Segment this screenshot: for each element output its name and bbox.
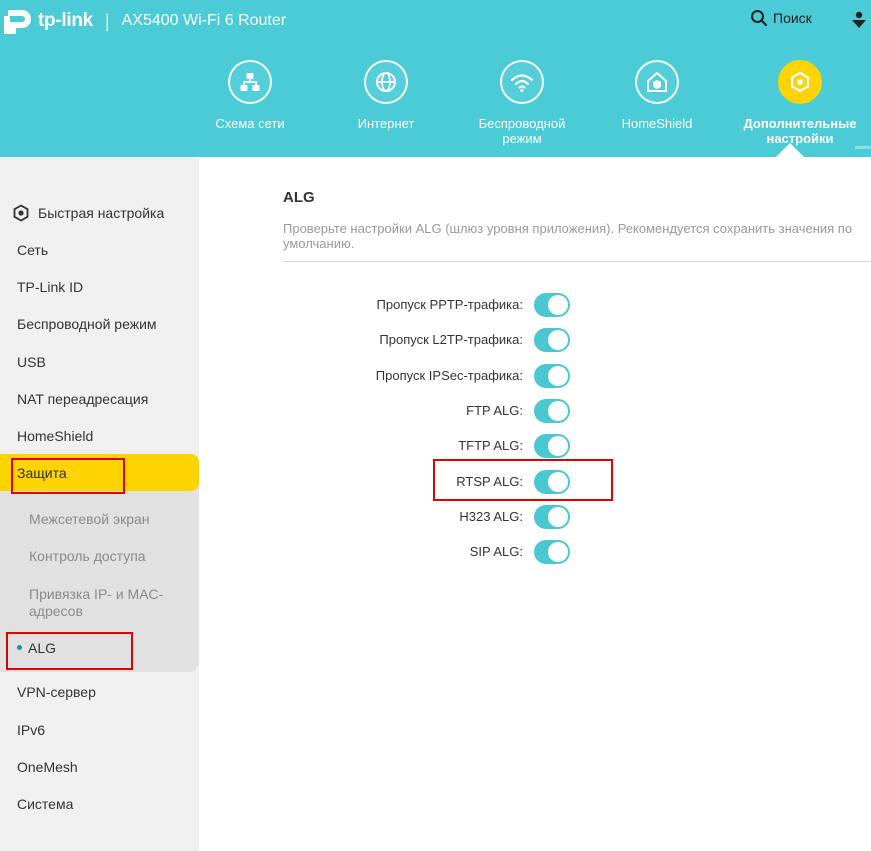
header-scroll-indicator — [855, 146, 871, 149]
sidebar-item-label: NAT переадресация — [17, 390, 149, 407]
setting-row-h323: H323 ALG: — [279, 503, 579, 531]
search-icon — [751, 10, 768, 27]
sidebar-item-homeshield[interactable]: HomeShield — [0, 417, 199, 454]
section-divider — [283, 261, 871, 262]
sidebar-item-network[interactable]: Сеть — [0, 231, 199, 268]
network-map-icon — [228, 60, 272, 104]
nav-label: HomeShield — [621, 116, 693, 131]
globe-icon — [364, 60, 408, 104]
sidebar-item-onemesh[interactable]: OneMesh — [0, 748, 199, 785]
sidebar-item-wireless[interactable]: Беспроводной режим — [0, 305, 199, 342]
highlight-box-alg — [6, 632, 133, 670]
nav-label: Схема сети — [215, 116, 285, 131]
sidebar-item-label: Контроль доступа — [29, 547, 146, 564]
sidebar-item-label: Беспроводной режим — [17, 315, 157, 332]
nav-label: Дополнительные настройки — [743, 116, 857, 146]
nav-network-map[interactable]: Схема сети — [190, 60, 310, 131]
setting-row-tftp: TFTP ALG: — [279, 432, 579, 460]
setting-label: Пропуск L2TP-трафика: — [379, 332, 523, 347]
tftp-alg-toggle[interactable] — [534, 434, 570, 458]
setting-label: H323 ALG: — [459, 509, 523, 524]
sidebar-item-label: OneMesh — [17, 758, 78, 775]
wifi-icon — [500, 60, 544, 104]
top-header: tp-link | AX5400 Wi-Fi 6 Router Поиск Сх… — [0, 0, 871, 157]
sidebar-item-label: VPN-сервер — [17, 683, 96, 700]
sidebar-item-label: TP-Link ID — [17, 278, 84, 295]
sidebar-item-label: HomeShield — [17, 427, 94, 444]
sidebar-item-tplink-id[interactable]: TP-Link ID — [0, 268, 199, 305]
setting-row-sip: SIP ALG: — [279, 538, 579, 566]
sidebar-item-label: Межсетевой экран — [29, 510, 150, 527]
router-model: AX5400 Wi-Fi 6 Router — [121, 12, 287, 29]
toggle-knob — [548, 330, 568, 350]
h323-alg-toggle[interactable] — [534, 505, 570, 529]
advanced-gear-icon — [778, 60, 822, 104]
gear-icon — [13, 203, 29, 222]
sidebar-item-ipv6[interactable]: IPv6 — [0, 711, 199, 748]
setting-row-pptp: Пропуск PPTP-трафика: — [279, 291, 579, 319]
brand-name: tp-link — [38, 10, 93, 31]
main-content: ALG Проверьте настройки ALG (шлюз уровня… — [199, 157, 871, 851]
setting-label: TFTP ALG: — [458, 438, 523, 453]
nav-label: Интернет — [357, 116, 415, 131]
sidebar-item-label: USB — [17, 353, 46, 370]
setting-row-ipsec: Пропуск IPSec-трафика: — [279, 362, 579, 390]
sidebar-item-quick-setup[interactable]: Быстрая настройка — [0, 194, 199, 231]
nav-homeshield[interactable]: HomeShield — [597, 60, 717, 131]
setting-label: Пропуск PPTP-трафика: — [376, 297, 523, 312]
sidebar-item-label: Система — [17, 795, 74, 812]
l2tp-passthrough-toggle[interactable] — [534, 328, 570, 352]
page-title: ALG — [283, 189, 315, 206]
sidebar-item-vpn-server[interactable]: VPN-сервер — [0, 673, 199, 710]
search-label: Поиск — [773, 10, 812, 26]
toggle-knob — [548, 436, 568, 456]
ftp-alg-toggle[interactable] — [534, 399, 570, 423]
nav-wireless[interactable]: Беспроводной режим — [462, 60, 582, 146]
toggle-knob — [548, 401, 568, 421]
sidebar-item-label: Быстрая настройка — [38, 204, 165, 221]
download-icon[interactable] — [849, 10, 869, 32]
pptp-passthrough-toggle[interactable] — [534, 293, 570, 317]
sidebar-item-label: Сеть — [17, 241, 49, 258]
sidebar-item-usb[interactable]: USB — [0, 343, 199, 380]
nav-label: Беспроводной режим — [478, 116, 566, 146]
sidebar-item-nat-forwarding[interactable]: NAT переадресация — [0, 380, 199, 417]
nav-advanced-settings[interactable]: Дополнительные настройки — [740, 60, 860, 146]
toggle-knob — [548, 366, 568, 386]
setting-label: SIP ALG: — [469, 544, 523, 559]
highlight-box-security — [11, 458, 125, 494]
description-line: умолчанию. — [283, 236, 355, 251]
toggle-knob — [548, 542, 568, 562]
ipsec-passthrough-toggle[interactable] — [534, 364, 570, 388]
brand: tp-link | AX5400 Wi-Fi 6 Router — [0, 6, 286, 36]
setting-label: Пропуск IPSec-трафика: — [375, 368, 523, 383]
setting-row-l2tp: Пропуск L2TP-трафика: — [279, 326, 579, 354]
active-nav-caret — [776, 143, 804, 157]
sidebar-item-system[interactable]: Система — [0, 785, 199, 822]
setting-label: FTP ALG: — [466, 403, 523, 418]
sidebar-subitem-access-control[interactable]: Контроль доступа — [0, 537, 199, 574]
toggle-knob — [548, 295, 568, 315]
sidebar: Быстрая настройка Сеть TP-Link ID Беспро… — [0, 157, 199, 851]
sip-alg-toggle[interactable] — [534, 540, 570, 564]
sidebar-item-label: Привязка IP- и MAC-адресов — [29, 586, 164, 619]
brand-separator: | — [104, 10, 110, 31]
tp-link-logo-icon — [4, 10, 31, 34]
sidebar-subitem-ip-mac-binding[interactable]: Привязка IP- и MAC-адресов — [0, 584, 199, 626]
setting-row-ftp: FTP ALG: — [279, 397, 579, 425]
home-shield-icon — [635, 60, 679, 104]
page-description: Проверьте настройки ALG (шлюз уровня при… — [283, 221, 871, 251]
search-button[interactable]: Поиск — [750, 9, 812, 27]
description-line: Проверьте настройки ALG (шлюз уровня при… — [283, 221, 853, 236]
sidebar-item-label: IPv6 — [17, 721, 46, 738]
highlight-box-rtsp — [433, 459, 613, 501]
nav-internet[interactable]: Интернет — [326, 60, 446, 131]
toggle-knob — [548, 507, 568, 527]
sidebar-subitem-firewall[interactable]: Межсетевой экран — [0, 500, 199, 537]
